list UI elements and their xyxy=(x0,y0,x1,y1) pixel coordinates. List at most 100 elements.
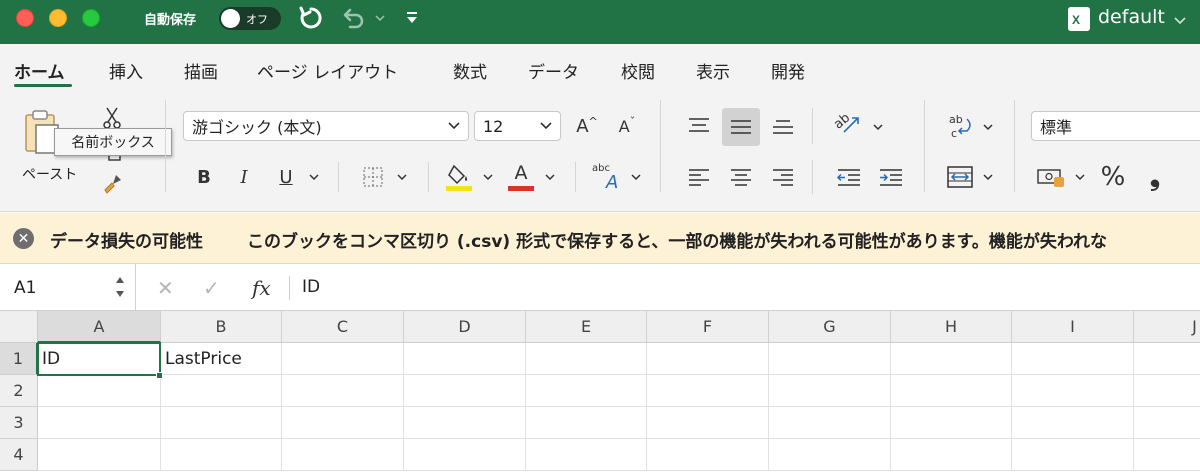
tab-developer[interactable]: 開発 xyxy=(771,58,805,83)
phonetic-dropdown-chevron-icon[interactable] xyxy=(628,170,644,184)
borders-dropdown-chevron-icon[interactable] xyxy=(394,170,410,184)
tab-page-layout[interactable]: ページ レイアウト xyxy=(257,58,398,83)
merge-dropdown-chevron-icon[interactable] xyxy=(980,170,996,184)
cell-e2[interactable] xyxy=(526,375,647,407)
tab-insert[interactable]: 挿入 xyxy=(109,58,143,83)
cell-b3[interactable] xyxy=(161,407,282,439)
undo-icon[interactable] xyxy=(338,4,368,32)
name-box-stepper-icon[interactable] xyxy=(114,272,126,302)
tab-draw[interactable]: 描画 xyxy=(184,58,218,83)
refresh-icon[interactable] xyxy=(296,4,326,32)
underline-dropdown-chevron-icon[interactable] xyxy=(306,170,322,184)
row-header-4[interactable]: 4 xyxy=(0,439,38,471)
select-all-corner[interactable] xyxy=(0,311,38,343)
align-top-icon[interactable] xyxy=(682,108,716,144)
cell-d3[interactable] xyxy=(404,407,526,439)
column-header-i[interactable]: I xyxy=(1012,311,1134,343)
cell-c3[interactable] xyxy=(282,407,404,439)
tab-review[interactable]: 校閲 xyxy=(621,58,655,83)
text-orientation-icon[interactable]: ab xyxy=(830,108,866,144)
cell-i2[interactable] xyxy=(1012,375,1134,407)
cell-g3[interactable] xyxy=(769,407,891,439)
column-header-a[interactable]: A xyxy=(38,311,161,343)
cell-b4[interactable] xyxy=(161,439,282,471)
cell-f3[interactable] xyxy=(647,407,769,439)
wrap-text-icon[interactable]: ab c xyxy=(942,108,978,144)
row-header-2[interactable]: 2 xyxy=(0,375,38,407)
cell-h3[interactable] xyxy=(891,407,1012,439)
align-bottom-icon[interactable] xyxy=(766,108,800,144)
cell-d2[interactable] xyxy=(404,375,526,407)
tab-home[interactable]: ホーム xyxy=(14,58,65,83)
row-header-3[interactable]: 3 xyxy=(0,407,38,439)
italic-button[interactable]: I xyxy=(230,162,258,192)
document-title-chevron-icon[interactable] xyxy=(1170,6,1190,34)
cell-e3[interactable] xyxy=(526,407,647,439)
zoom-window-button[interactable] xyxy=(82,9,100,27)
cell-f1[interactable] xyxy=(647,343,769,375)
tab-data[interactable]: データ xyxy=(528,58,579,83)
wrap-text-dropdown-chevron-icon[interactable] xyxy=(980,120,996,134)
column-header-f[interactable]: F xyxy=(647,311,769,343)
cell-g2[interactable] xyxy=(769,375,891,407)
cell-j1[interactable] xyxy=(1134,343,1200,375)
accounting-format-icon[interactable] xyxy=(1034,160,1068,194)
cell-j2[interactable] xyxy=(1134,375,1200,407)
customize-toolbar-icon[interactable] xyxy=(402,4,422,32)
cell-j3[interactable] xyxy=(1134,407,1200,439)
cell-i3[interactable] xyxy=(1012,407,1134,439)
close-window-button[interactable] xyxy=(16,9,34,27)
column-header-g[interactable]: G xyxy=(769,311,891,343)
increase-indent-icon[interactable] xyxy=(874,160,908,194)
fill-handle[interactable] xyxy=(156,372,163,379)
cancel-entry-icon[interactable]: ✕ xyxy=(157,276,174,300)
row-header-1[interactable]: 1 xyxy=(0,343,38,375)
align-left-icon[interactable] xyxy=(682,160,716,194)
bold-button[interactable]: B xyxy=(190,162,218,192)
cell-a3[interactable] xyxy=(38,407,161,439)
font-color-dropdown-chevron-icon[interactable] xyxy=(542,170,558,184)
percent-style-button[interactable]: % xyxy=(1096,160,1130,194)
column-header-j[interactable]: J xyxy=(1134,311,1200,343)
minimize-window-button[interactable] xyxy=(49,9,67,27)
confirm-entry-icon[interactable]: ✓ xyxy=(203,276,220,300)
cell-e1[interactable] xyxy=(526,343,647,375)
accounting-dropdown-chevron-icon[interactable] xyxy=(1072,170,1088,184)
name-box[interactable]: A1 xyxy=(0,264,136,311)
decrease-font-size-button[interactable]: Aˇ xyxy=(612,111,642,141)
number-format-select[interactable]: 標準 xyxy=(1031,111,1200,141)
cell-g4[interactable] xyxy=(769,439,891,471)
cell-j4[interactable] xyxy=(1134,439,1200,471)
align-right-icon[interactable] xyxy=(766,160,800,194)
fill-color-icon[interactable] xyxy=(444,160,474,194)
column-header-h[interactable]: H xyxy=(891,311,1012,343)
format-painter-icon[interactable] xyxy=(98,170,126,198)
comma-style-button[interactable]: ❟ xyxy=(1140,160,1170,194)
cell-a2[interactable] xyxy=(38,375,161,407)
font-color-icon[interactable]: A xyxy=(506,160,536,194)
cell-c4[interactable] xyxy=(282,439,404,471)
cell-h2[interactable] xyxy=(891,375,1012,407)
orientation-dropdown-chevron-icon[interactable] xyxy=(870,120,886,134)
align-center-icon[interactable] xyxy=(724,160,758,194)
cell-h4[interactable] xyxy=(891,439,1012,471)
autosave-toggle[interactable]: オフ xyxy=(219,7,281,30)
column-header-c[interactable]: C xyxy=(282,311,404,343)
column-header-d[interactable]: D xyxy=(404,311,526,343)
cell-d1[interactable] xyxy=(404,343,526,375)
cell-c1[interactable] xyxy=(282,343,404,375)
cell-h1[interactable] xyxy=(891,343,1012,375)
formula-input[interactable]: ID xyxy=(302,277,320,297)
font-size-select[interactable]: 12 xyxy=(474,111,561,141)
column-header-e[interactable]: E xyxy=(526,311,647,343)
cell-d4[interactable] xyxy=(404,439,526,471)
cell-a4[interactable] xyxy=(38,439,161,471)
cell-e4[interactable] xyxy=(526,439,647,471)
cell-c2[interactable] xyxy=(282,375,404,407)
fill-color-dropdown-chevron-icon[interactable] xyxy=(480,170,496,184)
tab-view[interactable]: 表示 xyxy=(696,58,730,83)
font-name-select[interactable]: 游ゴシック (本文) xyxy=(183,111,469,141)
dismiss-warning-icon[interactable]: ✕ xyxy=(13,228,34,249)
borders-icon[interactable] xyxy=(357,162,389,192)
cell-b2[interactable] xyxy=(161,375,282,407)
